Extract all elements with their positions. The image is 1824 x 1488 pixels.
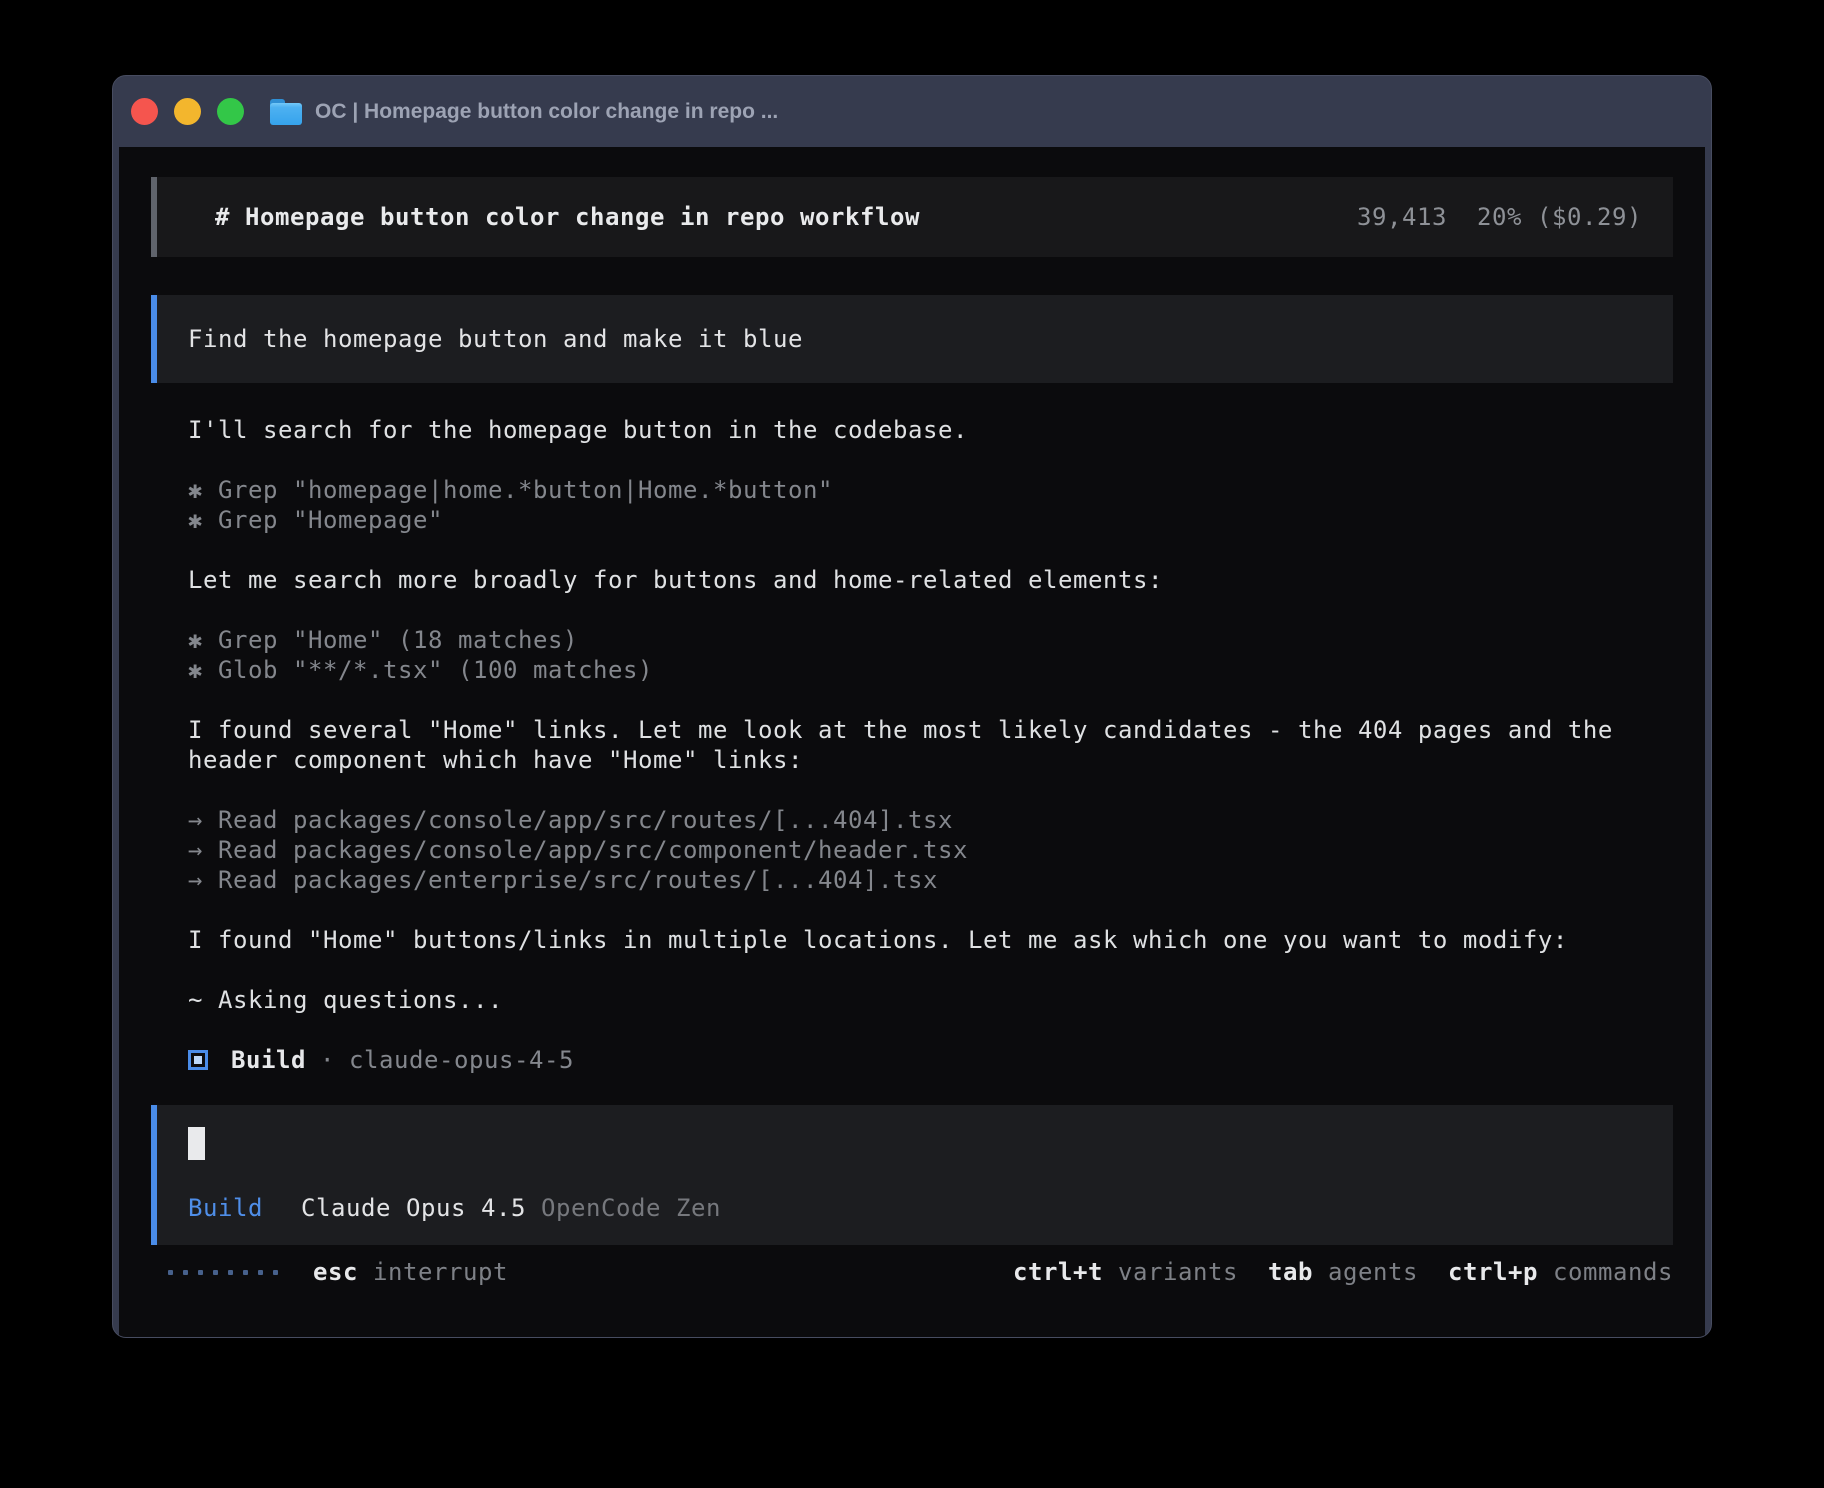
session-header: # Homepage button color change in repo w… bbox=[151, 177, 1673, 257]
input-provider-name: OpenCode Zen bbox=[541, 1194, 721, 1222]
spinner-dot bbox=[213, 1270, 218, 1275]
context-usage: 20% ($0.29) bbox=[1477, 203, 1642, 231]
agent-status-row: Build · claude-opus-4-5 bbox=[151, 1045, 1673, 1075]
transcript-blank-line bbox=[151, 445, 1673, 475]
transcript-blank-line bbox=[151, 535, 1673, 565]
folder-icon bbox=[270, 98, 302, 125]
window-titlebar: OC | Homepage button color change in rep… bbox=[113, 76, 1711, 147]
spinner-dot bbox=[273, 1270, 278, 1275]
shortcut-key: ctrl+t bbox=[1013, 1258, 1103, 1286]
session-stats: 39,413 20% ($0.29) bbox=[1357, 203, 1642, 231]
transcript-blank-line bbox=[151, 685, 1673, 715]
status-bar-right: ctrl+t variants tab agents ctrl+p commands bbox=[1013, 1258, 1673, 1286]
token-count: 39,413 bbox=[1357, 203, 1447, 231]
user-message: Find the homepage button and make it blu… bbox=[151, 295, 1673, 383]
spinner-dot bbox=[168, 1270, 173, 1275]
user-message-text: Find the homepage button and make it blu… bbox=[188, 325, 803, 353]
spinner-dot bbox=[243, 1270, 248, 1275]
assistant-text-line: header component which have "Home" links… bbox=[151, 745, 1673, 775]
shortcut-label: commands bbox=[1553, 1258, 1673, 1286]
assistant-text-line: ~ Asking questions... bbox=[151, 985, 1673, 1015]
spinner-dot bbox=[198, 1270, 203, 1275]
shortcut-key: tab bbox=[1268, 1258, 1313, 1286]
spinner-dot bbox=[228, 1270, 233, 1275]
terminal-content: # Homepage button color change in repo w… bbox=[119, 147, 1705, 1337]
esc-key-hint: esc bbox=[313, 1258, 358, 1286]
tool-call-line: ✱ Grep "Homepage" bbox=[151, 505, 1673, 535]
tool-call-line: ✱ Glob "**/*.tsx" (100 matches) bbox=[151, 655, 1673, 685]
input-model-name[interactable]: Claude Opus 4.5 bbox=[301, 1194, 526, 1222]
transcript-blank-line bbox=[151, 955, 1673, 985]
spinner-dot bbox=[258, 1270, 263, 1275]
spinner-dot bbox=[183, 1270, 188, 1275]
transcript-blank-line bbox=[151, 595, 1673, 625]
shortcut-key: ctrl+p bbox=[1448, 1258, 1538, 1286]
status-separator: · bbox=[320, 1046, 335, 1074]
assistant-text-line: Let me search more broadly for buttons a… bbox=[151, 565, 1673, 595]
transcript-blank-line bbox=[151, 775, 1673, 805]
esc-key-label: interrupt bbox=[373, 1258, 508, 1286]
tool-call-line: → Read packages/console/app/src/componen… bbox=[151, 835, 1673, 865]
tool-call-line: ✱ Grep "Home" (18 matches) bbox=[151, 625, 1673, 655]
minimize-button[interactable] bbox=[174, 98, 201, 125]
session-title: # Homepage button color change in repo w… bbox=[215, 203, 920, 231]
spacer bbox=[151, 383, 1673, 415]
shortcut-label: variants bbox=[1118, 1258, 1238, 1286]
working-spinner-dots bbox=[168, 1270, 278, 1275]
assistant-text-line: I found several "Home" links. Let me loo… bbox=[151, 715, 1673, 745]
transcript-blank-line bbox=[151, 1015, 1673, 1045]
tool-call-line: ✱ Grep "homepage|home.*button|Home.*butt… bbox=[151, 475, 1673, 505]
tool-call-line: → Read packages/enterprise/src/routes/[.… bbox=[151, 865, 1673, 895]
assistant-text-line: I found "Home" buttons/links in multiple… bbox=[151, 925, 1673, 955]
window-title: OC | Homepage button color change in rep… bbox=[315, 100, 778, 124]
build-agent-icon bbox=[188, 1050, 208, 1070]
shortcut-hint-variants: ctrl+t variants bbox=[1013, 1258, 1238, 1286]
model-row: Build Claude Opus 4.5 OpenCode Zen bbox=[188, 1193, 1642, 1223]
close-button[interactable] bbox=[131, 98, 158, 125]
shortcut-hint-agents: tab agents bbox=[1268, 1258, 1418, 1286]
assistant-text-line: I'll search for the homepage button in t… bbox=[151, 415, 1673, 445]
shortcut-label: agents bbox=[1328, 1258, 1418, 1286]
status-bar: esc interrupt ctrl+tvariantstabagentsctr… bbox=[151, 1253, 1673, 1291]
status-agent-name: Build bbox=[231, 1046, 306, 1074]
tool-call-line: → Read packages/console/app/src/routes/[… bbox=[151, 805, 1673, 835]
status-bar-left: esc interrupt bbox=[151, 1258, 508, 1286]
prompt-input[interactable]: Build Claude Opus 4.5 OpenCode Zen bbox=[151, 1105, 1673, 1245]
status-model-name: claude-opus-4-5 bbox=[349, 1046, 574, 1074]
transcript-blank-line bbox=[151, 895, 1673, 925]
transcript: I'll search for the homepage button in t… bbox=[151, 415, 1673, 1045]
shortcut-hint-commands: ctrl+p commands bbox=[1448, 1258, 1673, 1286]
zoom-button[interactable] bbox=[217, 98, 244, 125]
input-agent-name[interactable]: Build bbox=[188, 1194, 263, 1222]
terminal-window: OC | Homepage button color change in rep… bbox=[112, 75, 1712, 1338]
input-cursor bbox=[188, 1127, 205, 1160]
